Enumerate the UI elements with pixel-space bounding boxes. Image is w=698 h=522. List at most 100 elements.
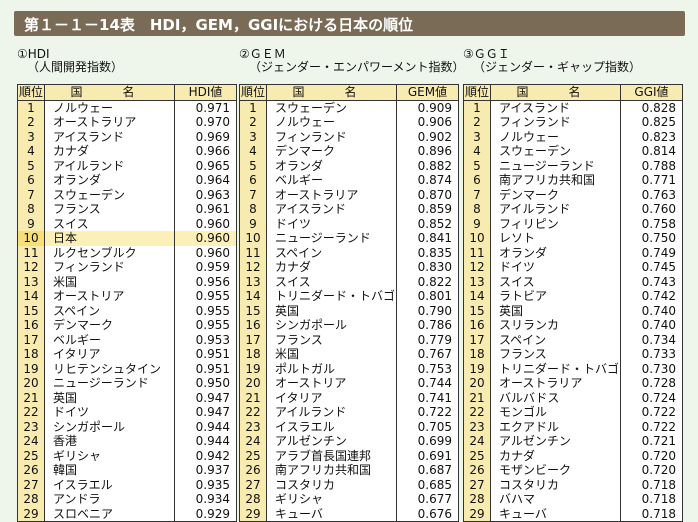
rank-cell: 4 [239,144,267,159]
country-cell: トリニダード・トバゴ [266,289,397,304]
table-row: 3 ノルウェー 0.823 [463,129,683,144]
rank-cell: 5 [239,158,267,173]
country-cell: アルゼンチン [490,434,621,449]
table-row: 28 バハマ 0.718 [463,492,683,507]
table-row: 24 アルゼンチン 0.721 [463,434,683,449]
country-cell: キューバ [490,506,621,522]
table-row: 27 コスタリカ 0.718 [463,477,683,492]
country-cell: ノルウェー [490,129,621,144]
rank-cell: 22 [17,405,45,420]
page-title: 第１－１－14表 HDI，GEM，GGIにおける日本の順位 [24,16,414,34]
table-row: 29 キューバ 0.718 [463,506,683,522]
rank-cell: 11 [17,245,45,260]
value-cell: 0.882 [417,158,452,173]
table-row: 27 コスタリカ 0.685 [239,477,459,492]
gem-table: 順位 国 名 GEM値 1 スウェーデン 0.909 2 ノルウェー 0.906 3 フィンラ… [239,84,459,522]
table-row: 20 オーストリア 0.744 [239,376,459,391]
rank-cell: 20 [17,376,45,391]
country-cell: フランス [490,347,621,362]
rank-cell: 19 [463,361,491,376]
table-row: 12 フィンランド 0.959 [17,260,237,275]
country-cell: オーストラリア [490,376,621,391]
value-cell: 0.823 [641,129,676,144]
table-row: 9 スイス 0.960 [17,216,237,231]
rank-cell: 26 [463,463,491,478]
rank-cell: 12 [17,260,45,275]
country-cell: スウェーデン [490,144,621,159]
country-cell: モンゴル [490,405,621,420]
value-cell: 0.950 [195,376,230,391]
table-row: 12 カナダ 0.830 [239,260,459,275]
table-row: 18 イタリア 0.951 [17,347,237,362]
rank-header: 順位 [17,84,45,101]
rank-cell: 23 [239,419,267,434]
table-row: 3 フィンランド 0.902 [239,129,459,144]
rank-cell: 22 [239,405,267,420]
country-cell: フィンランド [490,115,621,130]
value-cell: 0.841 [417,231,452,246]
value-cell: 0.753 [417,361,452,376]
country-cell: ポルトガル [266,361,397,376]
rank-cell: 16 [239,318,267,333]
rank-cell: 17 [463,332,491,347]
table-row: 7 スウェーデン 0.963 [17,187,237,202]
value-cell: 0.960 [195,216,230,231]
value-cell: 0.965 [195,158,230,173]
table-row: 17 スペイン 0.734 [463,332,683,347]
table-row: 16 シンガポール 0.786 [239,318,459,333]
rank-cell: 16 [17,318,45,333]
country-cell: カナダ [490,448,621,463]
country-cell: 米国 [44,274,175,289]
rank-cell: 10 [463,231,491,246]
value-cell: 0.964 [195,173,230,188]
rank-cell: 14 [239,289,267,304]
table-row: 19 ポルトガル 0.753 [239,361,459,376]
rank-cell: 7 [17,187,45,202]
rank-cell: 13 [239,274,267,289]
table-row: 10 ニュージーランド 0.841 [239,231,459,246]
country-cell: オランダ [266,158,397,173]
rank-header: 順位 [463,84,491,101]
rank-cell: 12 [463,260,491,275]
rank-cell: 22 [463,405,491,420]
rank-cell: 13 [17,274,45,289]
rank-cell: 6 [17,173,45,188]
value-cell: 0.742 [641,289,676,304]
table-row: 17 ベルギー 0.953 [17,332,237,347]
table-row: 17 フランス 0.779 [239,332,459,347]
country-header: 国 名 [490,84,621,101]
value-cell: 0.955 [195,303,230,318]
value-cell: 0.677 [417,492,452,507]
table-row: 25 アラブ首長国連邦 0.691 [239,448,459,463]
rank-cell: 10 [239,231,267,246]
rank-cell: 1 [17,100,45,115]
country-cell: フランス [44,202,175,217]
value-cell: 0.801 [417,289,452,304]
rank-cell: 16 [463,318,491,333]
table-row: 6 オランダ 0.964 [17,173,237,188]
value-cell: 0.743 [641,274,676,289]
country-cell: スリランカ [490,318,621,333]
value-cell: 0.859 [417,202,452,217]
country-cell: デンマーク [490,187,621,202]
value-cell: 0.942 [195,448,230,463]
rank-cell: 14 [463,289,491,304]
value-cell: 0.788 [641,158,676,173]
value-cell: 0.951 [195,361,230,376]
rank-cell: 8 [239,202,267,217]
table-row: 13 スイス 0.822 [239,274,459,289]
country-cell: バルバドス [490,390,621,405]
country-cell: 香港 [44,434,175,449]
country-cell: リヒテンシュタイン [44,361,175,376]
table-row: 22 アイルランド 0.722 [239,405,459,420]
table-row: 26 モザンビーク 0.720 [463,463,683,478]
table-header-row: 順位 国 名 HDI値 [17,84,237,101]
country-cell: エクアドル [490,419,621,434]
table-row: 15 スペイン 0.955 [17,303,237,318]
table-row: 28 ギリシャ 0.677 [239,492,459,507]
value-cell: 0.944 [195,419,230,434]
table-row: 15 英国 0.740 [463,303,683,318]
ggi-caption: ③ＧＧＩ （ジェンダー・ギャップ指数） [463,48,682,74]
country-cell: イタリア [44,347,175,362]
table-row: 9 フィリピン 0.758 [463,216,683,231]
